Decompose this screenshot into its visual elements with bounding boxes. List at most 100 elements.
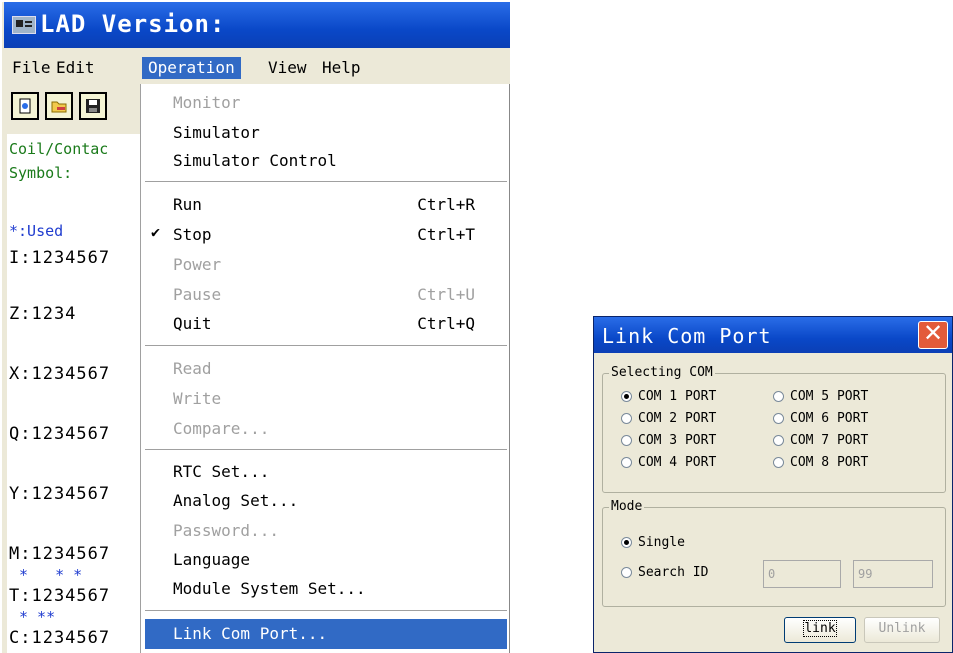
menu-item-read[interactable]: Read: [173, 356, 503, 382]
menu-item-language[interactable]: Language: [173, 547, 503, 573]
open-button[interactable]: [45, 92, 73, 120]
symbol-label: Symbol:: [9, 164, 73, 182]
radio-label: COM 6 PORT: [790, 411, 869, 426]
radio-icon: [773, 457, 784, 468]
menu-item-label: Monitor: [173, 93, 241, 112]
link-com-port-dialog: Link Com Port ✕ Selecting COM COM 1 PORT…: [593, 316, 953, 653]
id-from-field[interactable]: 0: [763, 560, 841, 588]
menu-item-label: Stop: [173, 225, 212, 244]
toolbar: [4, 88, 144, 128]
menu-item-simulator[interactable]: Simulator: [173, 120, 503, 146]
close-icon: ✕: [923, 319, 944, 347]
unlink-button[interactable]: Unlink: [864, 617, 940, 643]
menu-help[interactable]: Help: [316, 57, 367, 79]
menu-item-stop[interactable]: Stop Ctrl+T: [173, 222, 503, 248]
radio-icon: [773, 391, 784, 402]
close-button[interactable]: ✕: [918, 319, 948, 349]
used-markers-t: * **: [19, 608, 56, 626]
lad-title-bar: LAD Version:: [4, 2, 510, 48]
io-row-t: T:1234567: [9, 586, 111, 606]
menu-item-power[interactable]: Power: [173, 252, 503, 278]
shortcut-label: Ctrl+U: [417, 285, 475, 304]
menu-item-label: Power: [173, 255, 222, 274]
menu-item-label: Quit: [173, 314, 212, 333]
id-to-field[interactable]: 99: [853, 560, 933, 588]
save-disk-icon: [86, 99, 100, 113]
menu-item-label: Analog Set...: [173, 491, 299, 510]
menu-item-label: Password...: [173, 521, 279, 540]
radio-label: COM 5 PORT: [790, 389, 869, 404]
menu-item-link-com-port[interactable]: Link Com Port...: [145, 619, 507, 649]
menu-item-label: Read: [173, 359, 212, 378]
shortcut-label: Ctrl+Q: [417, 314, 475, 333]
link-button[interactable]: link: [784, 617, 856, 643]
menu-item-password[interactable]: Password...: [173, 518, 503, 544]
menu-item-label: Simulator Control: [173, 151, 337, 170]
selecting-com-group: Selecting COM COM 1 PORT COM 2 PORT COM …: [602, 365, 946, 493]
menu-item-write[interactable]: Write: [173, 386, 503, 412]
button-label: Unlink: [878, 621, 926, 636]
menu-item-analog-set[interactable]: Analog Set...: [173, 488, 503, 514]
menu-separator: [145, 181, 507, 183]
selecting-com-legend: Selecting COM: [609, 365, 715, 380]
used-markers-m: * * *: [19, 566, 83, 584]
radio-label: COM 4 PORT: [638, 455, 717, 470]
menu-separator: [145, 610, 507, 612]
dialog-title-bar: Link Com Port ✕: [594, 317, 952, 353]
menu-item-label: Pause: [173, 285, 222, 304]
io-row-q: Q:1234567: [9, 424, 111, 444]
radio-icon: [773, 435, 784, 446]
new-button[interactable]: [11, 92, 39, 120]
menu-item-label: Simulator: [173, 123, 260, 142]
shortcut-label: Ctrl+T: [417, 225, 475, 244]
operation-menu: Monitor Simulator Simulator Control Run C…: [140, 84, 509, 653]
radio-icon: [621, 457, 632, 468]
radio-label: Search ID: [638, 565, 709, 580]
menu-operation[interactable]: Operation: [142, 57, 241, 79]
radio-label: COM 8 PORT: [790, 455, 869, 470]
menu-separator: [145, 449, 507, 451]
window-title: LAD Version:: [40, 10, 226, 38]
io-row-y: Y:1234567: [9, 484, 111, 504]
open-folder-icon: [51, 101, 67, 113]
io-row-z: Z:1234: [9, 304, 77, 324]
menu-item-simulator-control[interactable]: Simulator Control: [173, 148, 503, 174]
menu-item-label: Language: [173, 550, 251, 569]
app-icon: [12, 16, 36, 34]
radio-selected-icon: [621, 537, 632, 548]
menu-item-rtc-set[interactable]: RTC Set...: [173, 459, 503, 485]
menu-file[interactable]: File: [6, 57, 57, 79]
menu-item-module-system-set[interactable]: Module System Set...: [173, 576, 503, 602]
save-button[interactable]: [79, 92, 107, 120]
menu-bar: File Edit Operation View Help: [4, 52, 510, 82]
new-document-icon: [19, 98, 31, 114]
menu-item-label: Write: [173, 389, 222, 408]
menu-view[interactable]: View: [262, 57, 313, 79]
dialog-title: Link Com Port: [602, 324, 772, 348]
io-row-m: M:1234567: [9, 544, 111, 564]
io-row-x: X:1234567: [9, 364, 111, 384]
menu-edit[interactable]: Edit: [50, 57, 101, 79]
radio-icon: [621, 435, 632, 446]
radio-label: COM 1 PORT: [638, 389, 717, 404]
radio-label: COM 2 PORT: [638, 411, 717, 426]
io-row-c: C:1234567: [9, 628, 111, 648]
menu-item-label: Link Com Port...: [173, 624, 328, 643]
used-legend: *:Used: [9, 222, 64, 240]
menu-separator: [145, 345, 507, 347]
radio-icon: [621, 567, 632, 578]
menu-item-run[interactable]: Run Ctrl+R: [173, 192, 503, 218]
radio-label: COM 7 PORT: [790, 433, 869, 448]
radio-icon: [621, 413, 632, 424]
menu-item-label: Run: [173, 195, 202, 214]
menu-item-pause[interactable]: Pause Ctrl+U: [173, 282, 503, 308]
mode-group: Mode Single Search ID 0 99: [602, 499, 946, 607]
menu-item-label: RTC Set...: [173, 462, 270, 481]
menu-item-monitor[interactable]: Monitor: [173, 90, 503, 116]
menu-item-quit[interactable]: Quit Ctrl+Q: [173, 311, 503, 337]
menu-item-compare[interactable]: Compare...: [173, 416, 503, 442]
radio-selected-icon: [621, 391, 632, 402]
side-panel: Coil/Contac Symbol: *:Used I:1234567 Z:1…: [7, 134, 147, 653]
check-mark-icon: ✔: [151, 223, 161, 241]
coil-contact-label: Coil/Contac: [9, 140, 109, 158]
